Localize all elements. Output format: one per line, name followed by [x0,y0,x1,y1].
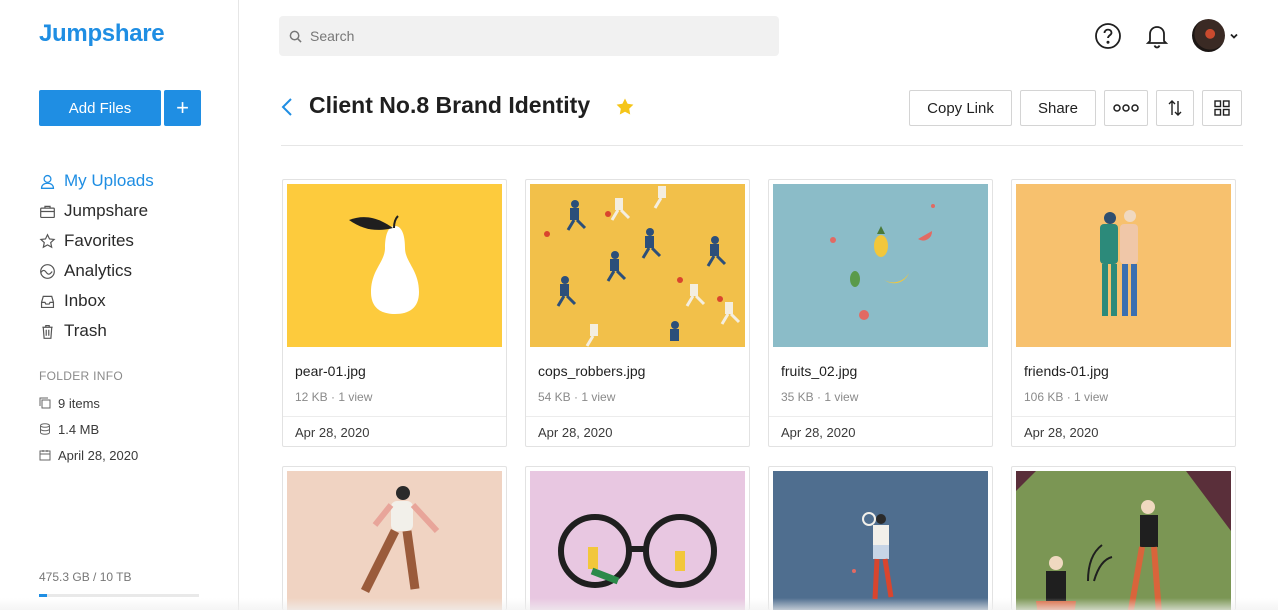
file-card-tennis[interactable] [768,466,993,610]
chevron-down-icon[interactable] [1229,31,1239,41]
analytics-icon [40,263,55,279]
file-card-glasses[interactable] [525,466,750,610]
sidebar: Jumpshare Add Files + My Uploads Jumpsha… [0,0,239,610]
calendar-icon [39,450,51,461]
file-thumbnail[interactable] [287,471,502,610]
file-meta: 106 KB · 1 view [1024,390,1109,404]
file-card-cops-robbers[interactable]: cops_robbers.jpg 54 KB · 1 view Apr 28, … [525,179,750,447]
file-name[interactable]: friends-01.jpg [1024,363,1109,379]
fruits-image [830,204,935,320]
file-date: Apr 28, 2020 [538,425,613,440]
file-date: Apr 28, 2020 [1024,425,1099,440]
sidebar-item-my-uploads[interactable]: My Uploads [39,166,154,196]
file-thumbnail[interactable] [773,184,988,347]
card-divider [283,416,506,417]
search-input[interactable] [310,28,750,44]
file-card-fruits[interactable]: fruits_02.jpg 35 KB · 1 view Apr 28, 202… [768,179,993,447]
sidebar-item-inbox[interactable]: Inbox [39,286,154,316]
folder-info-value: April 28, 2020 [58,447,139,463]
folder-info-items: 9 items [39,390,138,416]
folder-info-heading: FOLDER INFO [39,369,123,383]
sidebar-item-label: Inbox [64,291,106,310]
file-card-friends[interactable]: friends-01.jpg 106 KB · 1 view Apr 28, 2… [1011,179,1236,447]
file-name[interactable]: fruits_02.jpg [781,363,857,379]
more-icon [1113,104,1139,112]
page-title: Client No.8 Brand Identity [309,92,591,118]
file-date: Apr 28, 2020 [781,425,856,440]
help-icon[interactable] [1094,22,1122,50]
bell-icon[interactable] [1143,22,1171,50]
file-date: Apr 28, 2020 [295,425,370,440]
back-arrow-icon[interactable] [280,97,294,117]
inbox-icon [40,295,55,308]
trash-icon [42,324,53,339]
grid-icon [1214,100,1230,116]
new-item-button[interactable]: + [164,90,201,126]
friends-image [1100,210,1138,316]
sidebar-item-label: Jumpshare [64,201,149,220]
card-divider [1012,416,1235,417]
folder-info-size: 1.4 MB [39,416,138,442]
dancer-image [360,486,440,594]
pear-image [349,215,419,314]
sidebar-item-jumpshare[interactable]: Jumpshare [39,196,154,226]
sort-button[interactable] [1156,90,1194,126]
tennis-image [852,512,894,600]
upload-user-icon [40,174,55,189]
file-meta: 35 KB · 1 view [781,390,859,404]
app-logo[interactable]: Jumpshare [39,20,165,48]
sidebar-item-label: Favorites [64,231,134,250]
file-card-garden[interactable] [1011,466,1236,610]
copy-link-button[interactable]: Copy Link [909,90,1012,126]
star-favorite-icon[interactable] [615,97,635,117]
more-button[interactable] [1104,90,1148,126]
file-name[interactable]: cops_robbers.jpg [538,363,645,379]
sidebar-item-label: Analytics [64,261,133,280]
file-thumbnail[interactable] [530,184,745,347]
file-meta: 54 KB · 1 view [538,390,616,404]
file-thumbnail[interactable] [1016,471,1231,610]
search-icon [289,30,302,43]
card-divider [769,416,992,417]
cops-robbers-image [544,186,741,347]
sort-icon [1168,100,1182,116]
bottom-fade [0,598,1278,610]
card-divider [526,416,749,417]
file-card-pear[interactable]: pear-01.jpg 12 KB · 1 view Apr 28, 2020 [282,179,507,447]
folder-info-date: April 28, 2020 [39,442,138,468]
glasses-image [558,514,717,588]
header-divider [281,145,1243,146]
account-menu[interactable] [1192,19,1239,52]
folder-info-value: 1.4 MB [58,421,100,437]
share-button[interactable]: Share [1020,90,1096,126]
sidebar-nav: My Uploads Jumpshare Favorites Analytics… [39,166,154,346]
file-thumbnail[interactable] [773,471,988,610]
file-thumbnail[interactable] [1016,184,1231,347]
file-card-dancer[interactable] [282,466,507,610]
file-thumbnail[interactable] [287,184,502,347]
briefcase-icon [40,205,55,218]
storage-usage-text: 475.3 GB / 10 TB [39,570,132,584]
file-thumbnail[interactable] [530,471,745,610]
storage-usage-fill [39,594,47,597]
search-bar[interactable] [279,16,779,56]
storage-usage-bar [39,594,199,597]
sidebar-item-label: My Uploads [64,171,154,190]
add-files-button[interactable]: Add Files [39,90,161,126]
avatar[interactable] [1192,19,1225,52]
star-icon [39,232,56,248]
sidebar-item-analytics[interactable]: Analytics [39,256,154,286]
garden-image [1016,471,1231,610]
sidebar-item-label: Trash [64,321,107,340]
copy-icon [39,397,51,409]
folder-info-list: 9 items 1.4 MB April 28, 2020 [39,390,138,468]
file-meta: 12 KB · 1 view [295,390,373,404]
grid-view-button[interactable] [1202,90,1242,126]
sidebar-item-trash[interactable]: Trash [39,316,154,346]
file-name[interactable]: pear-01.jpg [295,363,366,379]
sidebar-item-favorites[interactable]: Favorites [39,226,154,256]
database-icon [40,423,50,435]
folder-info-value: 9 items [58,395,100,411]
